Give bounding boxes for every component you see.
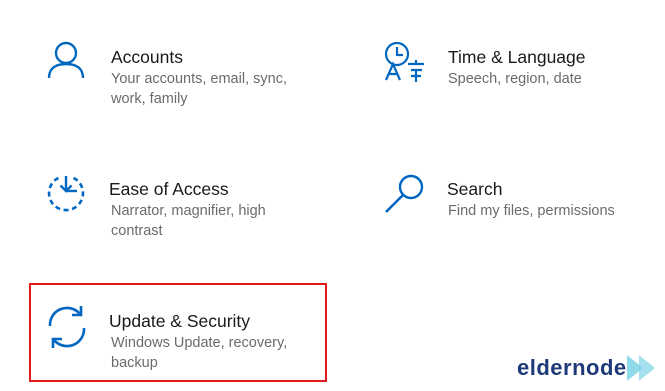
- settings-tile-time-language[interactable]: Time & Language Speech, region, date: [381, 40, 651, 100]
- play-arrows-icon: [627, 355, 655, 381]
- clock-language-icon: [384, 41, 424, 82]
- tile-title: Update & Security: [109, 311, 251, 331]
- settings-tile-ease-of-access[interactable]: Ease of Access Narrator, magnifier, high…: [44, 172, 314, 244]
- tile-description: Your accounts, email, sync, work, family: [111, 71, 287, 107]
- tile-title: Accounts: [111, 47, 183, 67]
- person-icon: [47, 41, 85, 79]
- watermark-text: eldernode: [517, 355, 627, 380]
- settings-tile-update-security[interactable]: Update & Security Windows Update, recove…: [44, 304, 314, 376]
- tile-description: Find my files, permissions: [448, 203, 615, 219]
- tile-title: Time & Language: [448, 47, 586, 67]
- settings-tile-accounts[interactable]: Accounts Your accounts, email, sync, wor…: [44, 40, 314, 112]
- eldernode-watermark: eldernode: [517, 353, 663, 389]
- tile-title: Search: [447, 179, 503, 199]
- tile-title: Ease of Access: [109, 179, 229, 199]
- search-icon: [385, 174, 424, 213]
- tile-description: Narrator, magnifier, high contrast: [111, 203, 266, 239]
- ease-of-access-timer-icon: [47, 176, 85, 212]
- sync-arrows-icon: [48, 306, 86, 348]
- tile-description: Speech, region, date: [448, 71, 582, 87]
- tile-description: Windows Update, recovery, backup: [111, 335, 288, 371]
- settings-tile-search[interactable]: Search Find my files, permissions: [381, 172, 651, 232]
